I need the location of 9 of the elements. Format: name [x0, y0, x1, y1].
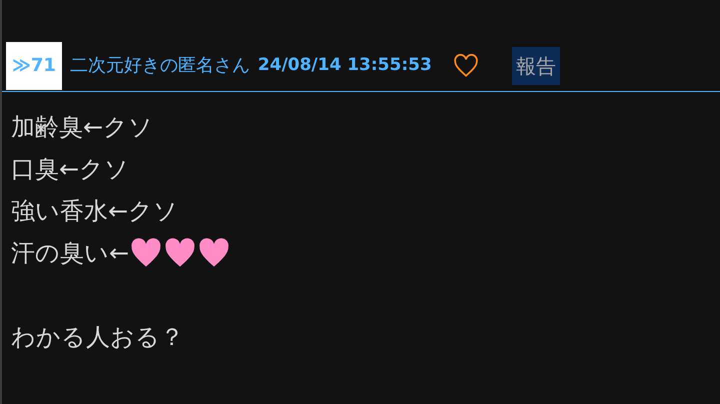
post-text: 強い香水←クソ: [11, 196, 178, 227]
like-button[interactable]: [452, 52, 480, 80]
author-name: 二次元好きの匿名さん: [70, 54, 250, 78]
post-text: わかる人おる？: [11, 322, 184, 353]
post-text: 口臭←クソ: [11, 154, 130, 185]
timestamp: 24/08/14 13:55:53: [258, 54, 432, 77]
post-text: 加齢臭←クソ: [11, 112, 154, 143]
report-button[interactable]: 報告: [512, 46, 560, 84]
post-text: 汗の臭い←: [11, 238, 130, 269]
